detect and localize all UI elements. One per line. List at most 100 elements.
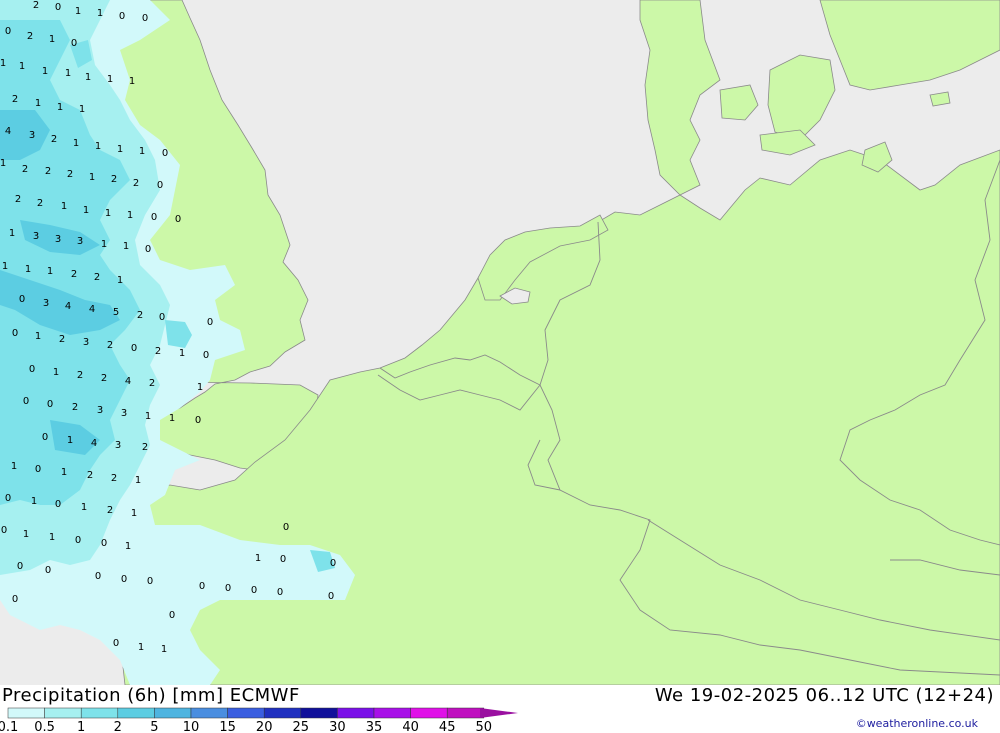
precip-value-label: 0 [5, 493, 11, 504]
precip-value-label: 2 [72, 402, 78, 413]
precip-value-label: 1 [23, 529, 29, 540]
legend-swatch [227, 707, 265, 719]
precip-value-label: 1 [89, 172, 95, 183]
precip-value-label: 1 [67, 435, 73, 446]
precip-value-label: 1 [117, 275, 123, 286]
precip-value-label: 0 [95, 571, 101, 582]
legend-label: 0.1 [0, 720, 18, 733]
precip-value-label: 2 [37, 198, 43, 209]
precip-value-label: 1 [35, 98, 41, 109]
precip-value-label: 1 [125, 541, 131, 552]
map-footer: Precipitation (6h) [mm] ECMWF We 19-02-2… [0, 685, 1000, 733]
precip-value-label: 1 [83, 205, 89, 216]
precip-value-label: 0 [251, 585, 257, 596]
precip-value-label: 2 [67, 169, 73, 180]
precip-value-label: 1 [19, 61, 25, 72]
precip-value-label: 0 [121, 574, 127, 585]
precip-value-label: 1 [179, 348, 185, 359]
precip-value-label: 0 [175, 214, 181, 225]
precip-value-label: 0 [280, 554, 286, 565]
precip-value-label: 1 [47, 266, 53, 277]
precip-value-label: 1 [123, 241, 129, 252]
legend-swatch [7, 707, 45, 719]
precip-value-label: 0 [55, 2, 61, 13]
legend-label: 20 [256, 720, 273, 733]
legend-label: 35 [366, 720, 383, 733]
precip-value-label: 1 [75, 6, 81, 17]
precip-value-label: 1 [101, 239, 107, 250]
precip-value-label: 2 [107, 505, 113, 516]
precip-value-label: 2 [101, 373, 107, 384]
precip-value-label: 3 [55, 234, 61, 245]
precip-value-label: 0 [47, 399, 53, 410]
precip-value-label: 1 [135, 475, 141, 486]
precip-value-label: 2 [45, 166, 51, 177]
precip-value-label: 0 [199, 581, 205, 592]
precip-value-label: 2 [77, 370, 83, 381]
precip-value-label: 0 [283, 522, 289, 533]
legend-label: 45 [439, 720, 456, 733]
precip-value-label: 0 [35, 464, 41, 475]
precip-value-label: 2 [59, 334, 65, 345]
precip-value-label: 4 [65, 301, 71, 312]
precip-value-label: 1 [81, 502, 87, 513]
precip-value-label: 1 [197, 382, 203, 393]
precip-value-label: 4 [89, 304, 95, 315]
precip-value-label: 2 [22, 164, 28, 175]
precip-value-label: 1 [9, 228, 15, 239]
precip-value-label: 2 [71, 269, 77, 280]
precip-value-label: 3 [97, 405, 103, 416]
precip-value-label: 0 [131, 343, 137, 354]
precip-value-label: 1 [169, 413, 175, 424]
legend-swatch [410, 707, 448, 719]
precip-value-label: 1 [85, 72, 91, 83]
precip-value-label: 0 [159, 312, 165, 323]
precip-value-label: 2 [133, 178, 139, 189]
precip-value-label: 2 [111, 174, 117, 185]
precip-value-label: 0 [75, 535, 81, 546]
legend-label: 5 [150, 720, 158, 733]
precip-value-label: 1 [61, 467, 67, 478]
legend-label: 0.5 [34, 720, 55, 733]
precip-value-label: 1 [61, 201, 67, 212]
legend-label: 15 [219, 720, 236, 733]
precip-value-label: 1 [97, 8, 103, 19]
precip-value-label: 1 [138, 642, 144, 653]
precip-value-label: 2 [27, 31, 33, 42]
legend-label: 30 [329, 720, 346, 733]
legend-swatch [446, 707, 485, 719]
precip-value-label: 1 [35, 331, 41, 342]
precip-value-label: 0 [157, 180, 163, 191]
legend-swatch [117, 707, 155, 719]
precip-value-label: 0 [145, 244, 151, 255]
precip-value-label: 0 [225, 583, 231, 594]
precip-value-label: 1 [73, 138, 79, 149]
precip-value-label: 0 [29, 364, 35, 375]
legend-label: 2 [114, 720, 122, 733]
precip-value-label: 0 [328, 591, 334, 602]
precip-value-label: 1 [2, 261, 8, 272]
precip-value-label: 0 [1, 525, 7, 536]
precip-value-label: 0 [42, 432, 48, 443]
precip-value-label: 1 [127, 210, 133, 221]
precip-value-label: 0 [113, 638, 119, 649]
precip-value-label: 2 [142, 442, 148, 453]
precip-value-label: 2 [15, 194, 21, 205]
precip-value-label: 0 [203, 350, 209, 361]
precip-value-label: 1 [49, 34, 55, 45]
precip-value-label: 1 [129, 76, 135, 87]
legend-swatch [337, 707, 375, 719]
source-credit: ©weatheronline.co.uk [855, 717, 978, 730]
precip-value-label: 0 [55, 499, 61, 510]
precip-value-label: 0 [5, 26, 11, 37]
precip-value-label: 0 [277, 587, 283, 598]
legend-label: 25 [293, 720, 310, 733]
precip-value-label: 0 [17, 561, 23, 572]
precip-value-label: 3 [29, 130, 35, 141]
precip-value-label: 3 [77, 236, 83, 247]
precip-value-label: 2 [12, 94, 18, 105]
legend-label: 1 [77, 720, 85, 733]
precip-value-label: 0 [162, 148, 168, 159]
precip-value-label: 1 [139, 146, 145, 157]
legend-label: 10 [183, 720, 200, 733]
